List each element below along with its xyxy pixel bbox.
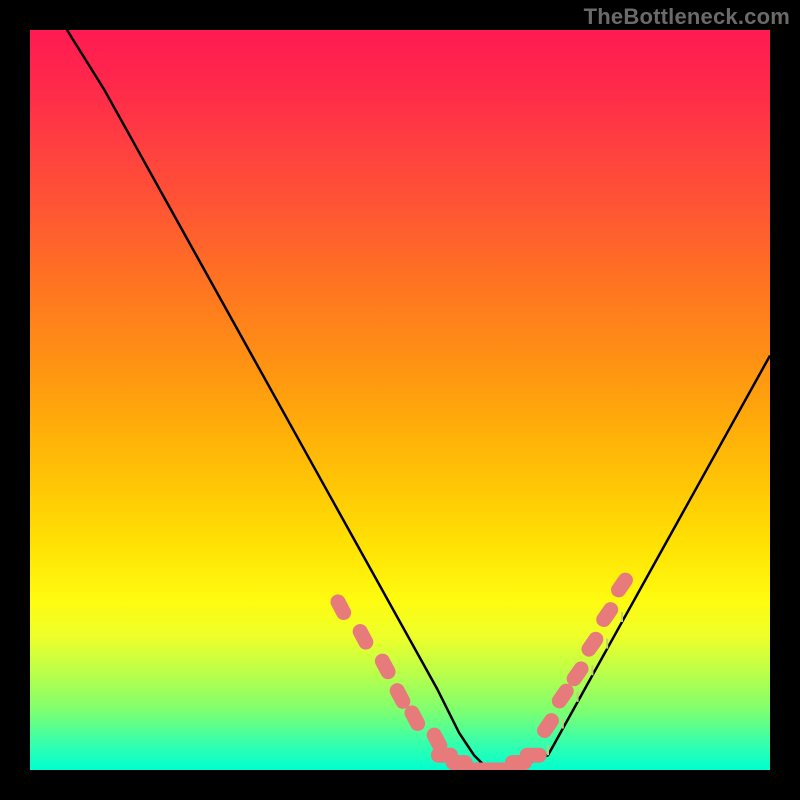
marker — [594, 600, 620, 629]
highlight-markers — [329, 570, 636, 770]
bottleneck-curve — [67, 30, 770, 770]
marker — [535, 711, 561, 740]
marker — [373, 652, 398, 682]
plot-area — [30, 30, 770, 770]
marker — [609, 570, 635, 599]
curve-layer — [30, 30, 770, 770]
watermark-text: TheBottleneck.com — [584, 4, 790, 30]
marker — [351, 622, 376, 652]
marker — [579, 630, 605, 659]
marker — [520, 748, 546, 762]
marker — [329, 592, 354, 622]
chart-frame: TheBottleneck.com — [0, 0, 800, 800]
